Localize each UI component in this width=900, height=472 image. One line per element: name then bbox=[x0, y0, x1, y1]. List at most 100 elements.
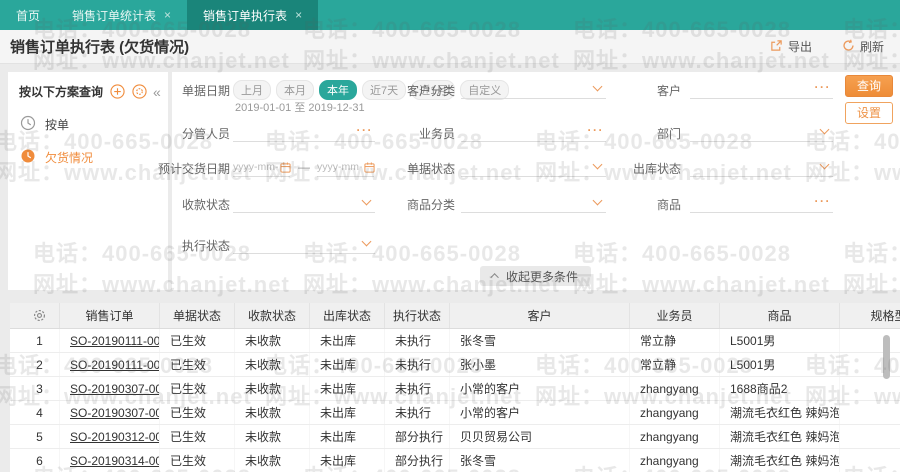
cell-receipt: 未收款 bbox=[235, 353, 310, 376]
outbound-status-select[interactable] bbox=[690, 157, 833, 177]
goods-category-select[interactable] bbox=[461, 193, 606, 213]
exec-status-label: 执行状态 bbox=[181, 239, 230, 253]
order-link[interactable]: SO-20190307-001 bbox=[70, 406, 159, 420]
goods-label: 商品 bbox=[656, 198, 681, 212]
goods-picker[interactable]: ··· bbox=[690, 193, 833, 213]
tab[interactable]: 销售订单统计表 × bbox=[56, 0, 187, 30]
scheme-item-label: 按单 bbox=[45, 118, 70, 132]
tab-label: 销售订单执行表 bbox=[203, 8, 288, 23]
column-header: 销售订单 bbox=[60, 303, 160, 328]
tab-label: 销售订单统计表 bbox=[72, 8, 157, 23]
calendar-icon[interactable] bbox=[280, 160, 291, 178]
cell-receipt: 未收款 bbox=[235, 329, 310, 352]
cell-receipt: 未收款 bbox=[235, 377, 310, 400]
row-number: 6 bbox=[20, 449, 60, 472]
order-link[interactable]: SO-20190312-001 bbox=[70, 430, 159, 444]
row-number: 5 bbox=[20, 425, 60, 448]
refresh-button[interactable]: 刷新 bbox=[842, 38, 884, 55]
outbound-status-label: 出库状态 bbox=[632, 162, 681, 176]
tab[interactable]: 销售订单执行表 × bbox=[187, 0, 319, 30]
date-range-pill[interactable]: 上月 bbox=[233, 80, 271, 100]
manager-picker[interactable]: ··· bbox=[233, 122, 375, 142]
delivery-date-to bbox=[317, 157, 375, 177]
filter-settings-button[interactable]: 设置 bbox=[845, 102, 893, 124]
cell-customer: 张冬雪 bbox=[450, 449, 630, 472]
salesman-picker[interactable]: ··· bbox=[461, 122, 606, 142]
cell-goods: 潮流毛衣红色 辣妈泡... bbox=[720, 401, 840, 424]
column-header: 客户 bbox=[450, 303, 630, 328]
cell-doc-status: 已生效 bbox=[160, 353, 235, 376]
table-row: 3 SO-20190307-001 已生效 未收款 未出库 未执行 小常的客户 zhangya… bbox=[10, 377, 900, 401]
column-header: 执行状态 bbox=[385, 303, 450, 328]
customer-category-label: 客户分类 bbox=[406, 84, 455, 98]
scheme-item[interactable]: 按单 bbox=[8, 108, 168, 141]
date-range-pill[interactable]: 本月 bbox=[276, 80, 314, 100]
refresh-label: 刷新 bbox=[859, 40, 884, 54]
cell-exec: 未执行 bbox=[385, 401, 450, 424]
row-number: 4 bbox=[20, 401, 60, 424]
cell-exec: 未执行 bbox=[385, 377, 450, 400]
cell-spec bbox=[840, 353, 900, 376]
order-link[interactable]: SO-20190111-001 bbox=[70, 334, 159, 348]
cell-receipt: 未收款 bbox=[235, 425, 310, 448]
cell-salesman: zhangyang bbox=[630, 449, 720, 472]
exec-status-select[interactable] bbox=[233, 234, 375, 254]
column-header: 规格型号 bbox=[840, 303, 900, 328]
doc-status-label: 单据状态 bbox=[406, 162, 455, 176]
vertical-scrollbar[interactable] bbox=[883, 335, 890, 379]
cell-salesman: 常立静 bbox=[630, 329, 720, 352]
cell-doc-status: 已生效 bbox=[160, 401, 235, 424]
table-row: 4 SO-20190307-001 已生效 未收款 未出库 未执行 小常的客户 zhangya… bbox=[10, 401, 900, 425]
cell-customer: 贝贝贸易公司 bbox=[450, 425, 630, 448]
cell-receipt: 未收款 bbox=[235, 449, 310, 472]
cell-salesman: zhangyang bbox=[630, 401, 720, 424]
refresh-icon bbox=[842, 39, 855, 55]
scheme-settings-icon[interactable] bbox=[132, 84, 147, 99]
date-separator: — bbox=[298, 160, 310, 174]
cell-order: SO-20190314-001 bbox=[60, 449, 160, 472]
order-link[interactable]: SO-20190307-001 bbox=[70, 382, 159, 396]
doc-date-range: 2019-01-01 至 2019-12-31 bbox=[235, 102, 365, 114]
row-number: 1 bbox=[20, 329, 60, 352]
department-select[interactable] bbox=[690, 122, 833, 142]
cell-goods: 潮流毛衣红色 辣妈泡... bbox=[720, 449, 840, 472]
cell-goods: 潮流毛衣红色 辣妈泡... bbox=[720, 425, 840, 448]
doc-status-select[interactable] bbox=[461, 157, 606, 177]
department-label: 部门 bbox=[656, 127, 681, 141]
scheme-list: 按单欠货情况 bbox=[8, 108, 168, 174]
cell-exec: 未执行 bbox=[385, 329, 450, 352]
collapse-more-filters[interactable]: 收起更多条件 bbox=[480, 266, 592, 286]
cell-outbound: 未出库 bbox=[310, 401, 385, 424]
cell-customer: 张小墨 bbox=[450, 353, 630, 376]
order-link[interactable]: SO-20190111-002 bbox=[70, 358, 159, 372]
cell-outbound: 未出库 bbox=[310, 353, 385, 376]
customer-category-select[interactable] bbox=[461, 79, 606, 99]
export-button[interactable]: 导出 bbox=[770, 38, 812, 55]
cell-order: SO-20190312-001 bbox=[60, 425, 160, 448]
cell-spec bbox=[840, 401, 900, 424]
receipt-status-select[interactable] bbox=[233, 193, 375, 213]
date-range-pill[interactable]: 本年 bbox=[319, 80, 357, 100]
delivery-date-label: 预计交货日期 bbox=[157, 162, 230, 176]
scheme-clock-icon bbox=[20, 115, 36, 134]
table-header-row: 销售订单单据状态收款状态出库状态执行状态客户业务员商品规格型号 bbox=[10, 303, 900, 329]
orders-table: 销售订单单据状态收款状态出库状态执行状态客户业务员商品规格型号 1 SO-2019… bbox=[10, 303, 900, 472]
row-number: 3 bbox=[20, 377, 60, 400]
cell-spec bbox=[840, 449, 900, 472]
close-tab-icon[interactable]: × bbox=[164, 9, 171, 21]
tab[interactable]: 首页 bbox=[0, 0, 56, 30]
page-title: 销售订单执行表 (欠货情况) bbox=[10, 39, 190, 56]
customer-picker[interactable]: ··· bbox=[690, 79, 833, 99]
add-scheme-icon[interactable] bbox=[110, 84, 125, 99]
scheme-item[interactable]: 欠货情况 bbox=[8, 141, 168, 174]
order-link[interactable]: SO-20190314-001 bbox=[70, 454, 159, 468]
close-tab-icon[interactable]: × bbox=[295, 9, 302, 21]
query-button[interactable]: 查询 bbox=[845, 75, 893, 97]
table-body: 1 SO-20190111-001 已生效 未收款 未出库 未执行 张冬雪 常立静 L5001男… bbox=[10, 329, 900, 472]
cell-order: SO-20190111-001 bbox=[60, 329, 160, 352]
export-label: 导出 bbox=[787, 40, 812, 54]
manager-label: 分管人员 bbox=[181, 127, 230, 141]
columns-settings-icon[interactable] bbox=[20, 303, 60, 328]
chevron-up-icon bbox=[490, 273, 499, 282]
table-row: 6 SO-20190314-001 已生效 未收款 未出库 部分执行 张冬雪 zhangyan… bbox=[10, 449, 900, 472]
